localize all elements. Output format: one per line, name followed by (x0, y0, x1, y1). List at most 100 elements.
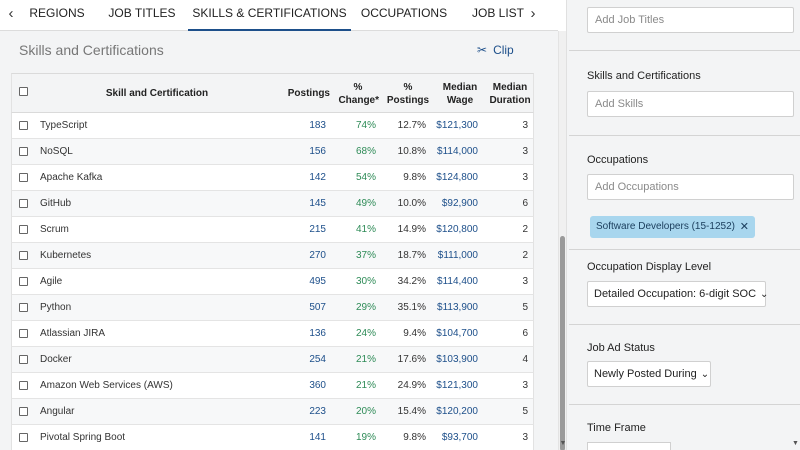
table-row[interactable]: Pivotal Spring Boot 141 19% 9.8% $93,700 3 (11, 425, 534, 450)
postings-cell[interactable]: 136 (309, 321, 326, 347)
results-scrollbar[interactable]: ▼ (558, 31, 566, 450)
row-checkbox[interactable] (19, 251, 28, 260)
scroll-down-icon[interactable]: ▼ (792, 440, 799, 447)
row-checkbox[interactable] (19, 199, 28, 208)
header-skill[interactable]: Skill and Certification (72, 87, 242, 100)
tab-job-titles[interactable]: JOB TITLES (104, 0, 180, 31)
row-checkbox[interactable] (19, 433, 28, 442)
row-checkbox[interactable] (19, 355, 28, 364)
results-panel: ‹ REGIONS JOB TITLES SKILLS & CERTIFICAT… (0, 0, 558, 450)
table-row[interactable]: NoSQL 156 68% 10.8% $114,000 3 (11, 139, 534, 165)
filter-panel: Add Job Titles Skills and Certifications… (566, 0, 800, 450)
postings-cell[interactable]: 360 (309, 373, 326, 399)
median-wage-cell[interactable]: $120,200 (436, 399, 478, 425)
row-checkbox[interactable] (19, 381, 28, 390)
median-wage-cell[interactable]: $104,700 (436, 321, 478, 347)
chevron-right-icon[interactable]: › (526, 5, 540, 23)
median-duration-cell: 4 (522, 354, 528, 365)
table-row[interactable]: Amazon Web Services (AWS) 360 21% 24.9% $121… (11, 373, 534, 399)
median-wage-cell[interactable]: $120,800 (436, 217, 478, 243)
table-row[interactable]: Apache Kafka 142 54% 9.8% $124,800 3 (11, 165, 534, 191)
header-postings[interactable]: Postings (280, 87, 330, 100)
table-row[interactable]: Agile 495 30% 34.2% $114,400 3 (11, 269, 534, 295)
tab-skills-certifications[interactable]: SKILLS & CERTIFICATIONS (188, 0, 351, 31)
skill-name-cell: Python (40, 302, 72, 313)
postings-cell[interactable]: 156 (309, 139, 326, 165)
postings-cell[interactable]: 141 (309, 425, 326, 450)
median-duration-cell: 3 (522, 276, 528, 287)
skills-input[interactable]: Add Skills (587, 91, 794, 117)
postings-cell[interactable]: 223 (309, 399, 326, 425)
table-row[interactable]: TypeScript 183 74% 12.7% $121,300 3 (11, 113, 534, 139)
change-cell: 68% (355, 146, 376, 157)
median-wage-cell[interactable]: $103,900 (436, 347, 478, 373)
display-level-value: Detailed Occupation: 6-digit SOC (594, 288, 757, 300)
median-wage-cell[interactable]: $111,000 (438, 243, 478, 269)
header-wage-line1: Median (442, 82, 478, 93)
pct-postings-cell: 34.2% (397, 276, 426, 287)
median-duration-cell: 3 (522, 172, 528, 183)
tab-bar: ‹ REGIONS JOB TITLES SKILLS & CERTIFICAT… (0, 0, 558, 31)
median-wage-cell[interactable]: $114,400 (437, 269, 478, 295)
median-wage-cell[interactable]: $92,900 (442, 191, 478, 217)
row-checkbox[interactable] (19, 147, 28, 156)
postings-cell[interactable]: 254 (309, 347, 326, 373)
median-wage-cell[interactable]: $93,700 (442, 425, 478, 450)
table-row[interactable]: Atlassian JIRA 136 24% 9.4% $104,700 6 (11, 321, 534, 347)
change-cell: 29% (355, 302, 376, 313)
header-median-duration[interactable]: Median Duration (488, 81, 532, 107)
job-ad-status-select[interactable]: Newly Posted During ⌄ (587, 361, 711, 387)
row-checkbox[interactable] (19, 225, 28, 234)
postings-cell[interactable]: 215 (309, 217, 326, 243)
row-checkbox[interactable] (19, 121, 28, 130)
median-duration-cell: 2 (522, 224, 528, 235)
row-checkbox[interactable] (19, 407, 28, 416)
scrollbar-thumb[interactable] (560, 236, 565, 450)
header-change-line2: Change* (338, 95, 379, 106)
pct-postings-cell: 9.8% (403, 432, 426, 443)
divider (569, 324, 800, 325)
close-icon[interactable]: ✕ (740, 216, 749, 238)
header-change[interactable]: % Change* (337, 81, 379, 107)
row-checkbox[interactable] (19, 303, 28, 312)
median-wage-cell[interactable]: $121,300 (436, 373, 478, 399)
row-checkbox[interactable] (19, 173, 28, 182)
job-titles-input[interactable]: Add Job Titles (587, 7, 794, 33)
occupations-input[interactable]: Add Occupations (587, 174, 794, 200)
row-checkbox[interactable] (19, 329, 28, 338)
median-wage-cell[interactable]: $114,000 (437, 139, 478, 165)
header-pct-postings[interactable]: % Postings (386, 81, 430, 107)
clip-button[interactable]: ✂ Clip (477, 43, 514, 57)
postings-cell[interactable]: 495 (309, 269, 326, 295)
divider (569, 249, 800, 250)
median-duration-cell: 2 (522, 250, 528, 261)
median-wage-cell[interactable]: $121,300 (436, 113, 478, 139)
row-checkbox[interactable] (19, 277, 28, 286)
table-row[interactable]: Angular 223 20% 15.4% $120,200 5 (11, 399, 534, 425)
table-row[interactable]: Docker 254 21% 17.6% $103,900 4 (11, 347, 534, 373)
skill-name-cell: GitHub (40, 198, 72, 209)
postings-cell[interactable]: 507 (309, 295, 326, 321)
change-cell: 49% (355, 198, 376, 209)
select-all-checkbox[interactable] (19, 87, 28, 96)
median-wage-cell[interactable]: $113,900 (437, 295, 478, 321)
chevron-left-icon[interactable]: ‹ (4, 5, 18, 23)
tab-job-list[interactable]: JOB LIST (470, 0, 526, 31)
pct-postings-cell: 12.7% (397, 120, 426, 131)
table-row[interactable]: Python 507 29% 35.1% $113,900 5 (11, 295, 534, 321)
tab-regions[interactable]: REGIONS (24, 0, 90, 31)
display-level-select[interactable]: Detailed Occupation: 6-digit SOC ⌄ (587, 281, 768, 307)
filter-scrollbar[interactable]: ▼ (792, 0, 800, 450)
time-frame-select[interactable] (587, 442, 671, 450)
median-wage-cell[interactable]: $124,800 (436, 165, 478, 191)
table-row[interactable]: Scrum 215 41% 14.9% $120,800 2 (11, 217, 534, 243)
table-row[interactable]: GitHub 145 49% 10.0% $92,900 6 (11, 191, 534, 217)
tab-occupations[interactable]: OCCUPATIONS (360, 0, 448, 31)
postings-cell[interactable]: 142 (309, 165, 326, 191)
postings-cell[interactable]: 183 (309, 113, 326, 139)
postings-cell[interactable]: 270 (309, 243, 326, 269)
header-median-wage[interactable]: Median Wage (440, 81, 480, 107)
postings-cell[interactable]: 145 (309, 191, 326, 217)
header-dur-line2: Duration (489, 95, 531, 106)
table-row[interactable]: Kubernetes 270 37% 18.7% $111,000 2 (11, 243, 534, 269)
